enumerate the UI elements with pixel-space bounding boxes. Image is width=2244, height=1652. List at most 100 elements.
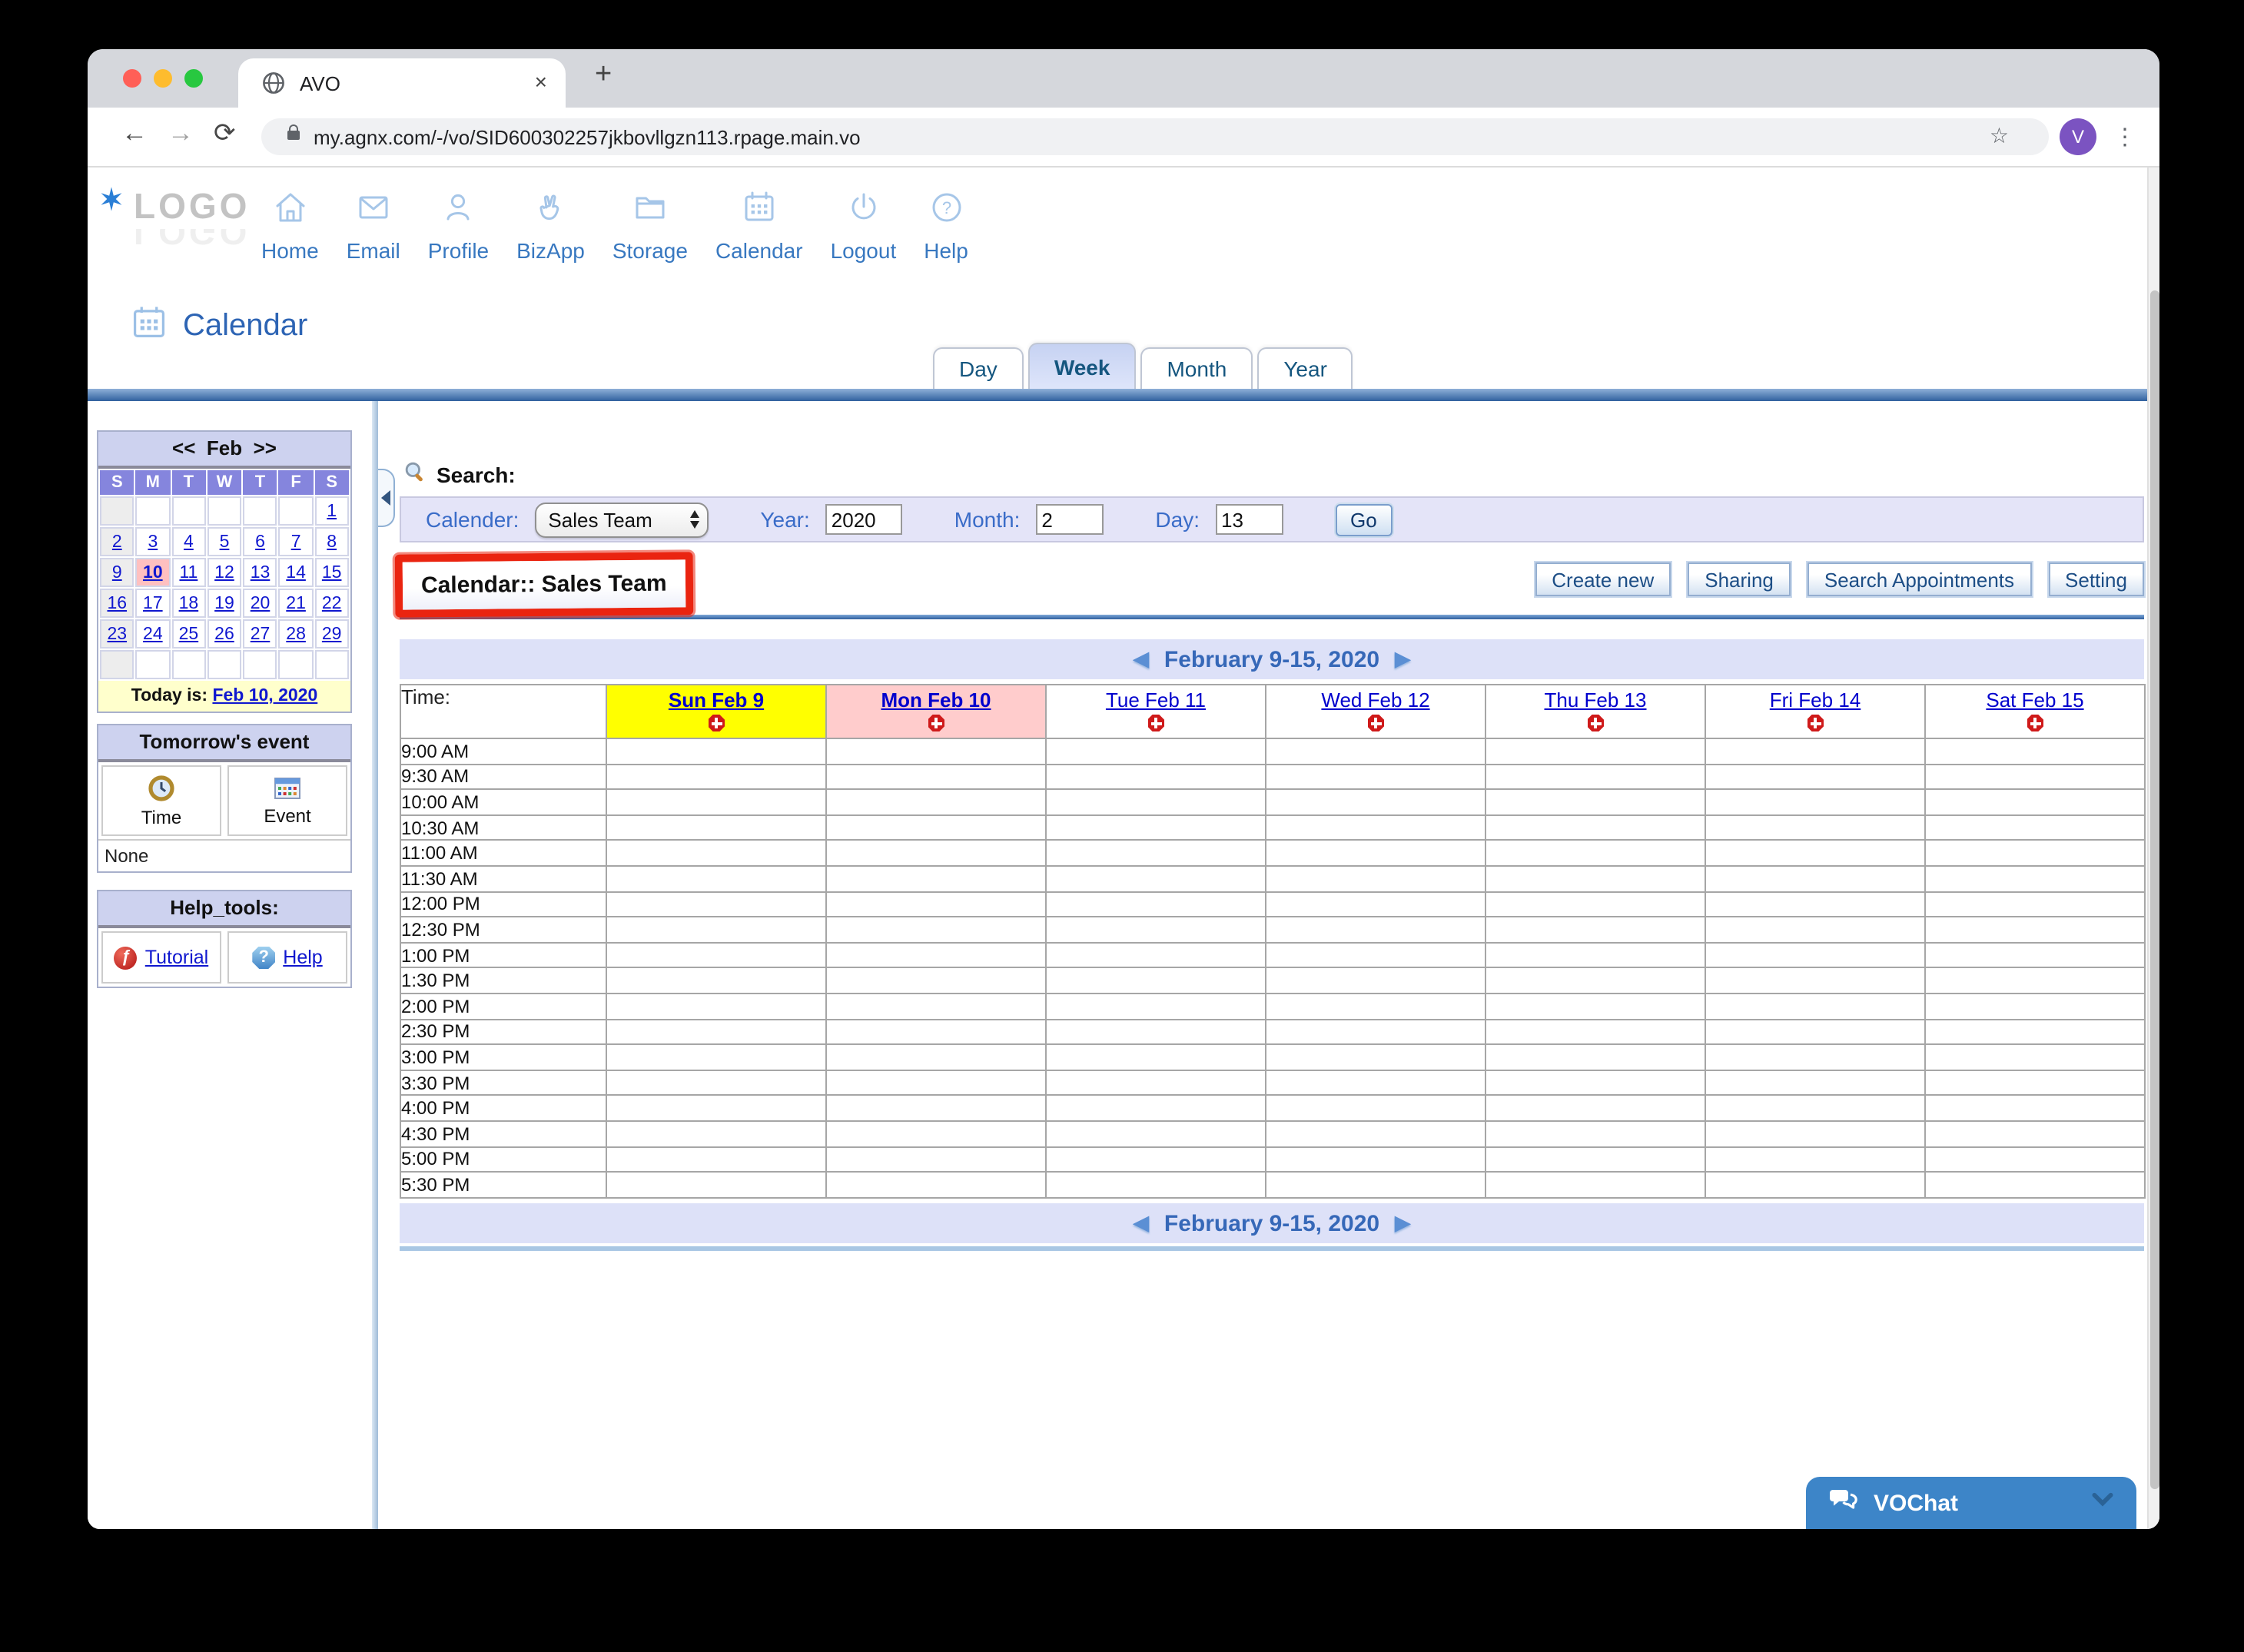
mini-date-link[interactable]: 28: [286, 625, 306, 643]
address-bar[interactable]: my.agnx.com/-/vo/SID600302257jkbovllgzn1…: [261, 118, 2049, 155]
mini-date-link[interactable]: 12: [214, 563, 234, 582]
search-appointments-button[interactable]: Search Appointments: [1807, 562, 2031, 596]
add-appointment-icon[interactable]: [1147, 715, 1164, 731]
window-zoom-button[interactable]: [184, 69, 203, 88]
forward-icon[interactable]: →: [168, 118, 194, 149]
tab-day[interactable]: Day: [933, 347, 1024, 390]
close-tab-icon[interactable]: ×: [535, 69, 547, 94]
day-header-link[interactable]: Sat Feb 15: [1926, 688, 2144, 712]
mini-date-link[interactable]: 9: [112, 563, 122, 582]
mini-date-link[interactable]: 17: [143, 594, 163, 612]
browser-tab[interactable]: AVO ×: [238, 58, 566, 108]
mini-date-link[interactable]: 3: [148, 532, 158, 551]
create-new-button[interactable]: Create new: [1535, 562, 1671, 596]
prev-week-icon[interactable]: ◀: [1134, 1211, 1149, 1236]
mini-date-link[interactable]: 27: [251, 625, 271, 643]
time-slot-cell: [1705, 1172, 1925, 1197]
day-header-link[interactable]: Fri Feb 14: [1706, 688, 1924, 712]
browser-menu-icon[interactable]: ⋮: [2113, 123, 2136, 151]
mini-date-link[interactable]: 23: [107, 625, 127, 643]
calendar-select[interactable]: Sales Team: [534, 502, 708, 537]
sharing-button[interactable]: Sharing: [1688, 562, 1791, 596]
today-date-link[interactable]: Feb 10, 2020: [212, 687, 317, 705]
vochat-widget[interactable]: VOChat: [1806, 1477, 2136, 1529]
prev-month-button[interactable]: <<: [172, 436, 195, 459]
mini-date-link[interactable]: 10: [143, 563, 163, 582]
time-label: 4:00 PM: [400, 1096, 606, 1121]
mini-date-link[interactable]: 26: [214, 625, 234, 643]
mini-date-link[interactable]: 4: [184, 532, 194, 551]
nav-item-storage[interactable]: Storage: [599, 189, 702, 263]
time-slot-cell: [1046, 1019, 1266, 1044]
next-month-button[interactable]: >>: [254, 436, 277, 459]
window-minimize-button[interactable]: [154, 69, 172, 88]
day-header-link[interactable]: Mon Feb 10: [827, 688, 1045, 712]
add-appointment-icon[interactable]: [2027, 715, 2043, 731]
mini-date-link[interactable]: 7: [291, 532, 301, 551]
tab-year[interactable]: Year: [1257, 347, 1353, 390]
day-input[interactable]: [1215, 504, 1283, 535]
add-appointment-icon[interactable]: [1587, 715, 1604, 731]
mini-date-link[interactable]: 8: [327, 532, 337, 551]
mini-date-link[interactable]: 15: [322, 563, 342, 582]
mini-date-link[interactable]: 22: [322, 594, 342, 612]
nav-item-bizapp[interactable]: BizApp: [503, 189, 599, 263]
next-week-icon[interactable]: ▶: [1395, 1211, 1410, 1236]
day-header-link[interactable]: Sun Feb 9: [607, 688, 825, 712]
mini-date-link[interactable]: 18: [179, 594, 199, 612]
new-tab-button[interactable]: +: [595, 58, 612, 92]
time-slot-cell: [1705, 1096, 1925, 1121]
mini-date-link[interactable]: 20: [251, 594, 271, 612]
page-scrollbar[interactable]: [2147, 168, 2159, 1529]
tab-month[interactable]: Month: [1140, 347, 1253, 390]
mini-date-link[interactable]: 25: [179, 625, 199, 643]
chevron-down-icon[interactable]: [2090, 1489, 2115, 1517]
setting-button[interactable]: Setting: [2048, 562, 2144, 596]
tomorrow-time-label: Time: [141, 806, 181, 828]
nav-item-profile[interactable]: Profile: [414, 189, 503, 263]
year-input[interactable]: [825, 504, 902, 535]
mini-date-link[interactable]: 1: [327, 502, 337, 520]
prev-week-icon[interactable]: ◀: [1134, 647, 1149, 672]
mini-date-link[interactable]: 24: [143, 625, 163, 643]
help-link[interactable]: Help: [283, 947, 322, 968]
day-header-link[interactable]: Wed Feb 12: [1266, 688, 1485, 712]
mini-date-link[interactable]: 11: [179, 563, 198, 582]
nav-item-logout[interactable]: Logout: [817, 189, 911, 263]
mini-day-cell: 20: [243, 589, 277, 618]
back-icon[interactable]: ←: [121, 118, 148, 149]
url-text[interactable]: my.agnx.com/-/vo/SID600302257jkbovllgzn1…: [314, 126, 861, 149]
nav-item-home[interactable]: Home: [247, 189, 333, 263]
tab-week[interactable]: Week: [1028, 343, 1137, 390]
mini-date-link[interactable]: 14: [286, 563, 306, 582]
mini-date-link[interactable]: 13: [251, 563, 271, 582]
tutorial-link[interactable]: Tutorial: [145, 947, 208, 968]
add-appointment-icon[interactable]: [1807, 715, 1824, 731]
nav-item-calendar[interactable]: Calendar: [702, 189, 817, 263]
avatar[interactable]: V: [2060, 118, 2096, 155]
nav-item-help[interactable]: ?Help: [910, 189, 982, 263]
add-appointment-icon[interactable]: [1367, 715, 1384, 731]
month-input[interactable]: [1035, 504, 1103, 535]
add-appointment-icon[interactable]: [928, 715, 944, 731]
reload-icon[interactable]: ⟳: [214, 118, 236, 149]
day-header-link[interactable]: Tue Feb 11: [1047, 688, 1265, 712]
go-button[interactable]: Go: [1335, 503, 1393, 536]
mini-date-link[interactable]: 29: [322, 625, 342, 643]
nav-item-email[interactable]: Email: [333, 189, 414, 263]
mini-date-link[interactable]: 5: [220, 532, 230, 551]
mini-date-link[interactable]: 2: [112, 532, 122, 551]
mini-date-link[interactable]: 6: [255, 532, 265, 551]
time-slot-cell: [1046, 1070, 1266, 1095]
scrollbar-thumb[interactable]: [2150, 290, 2159, 1489]
day-header-link[interactable]: Thu Feb 13: [1486, 688, 1705, 712]
mini-date-link[interactable]: 19: [214, 594, 234, 612]
bookmark-star-icon[interactable]: ☆: [1990, 123, 2009, 149]
window-close-button[interactable]: [123, 69, 141, 88]
next-week-icon[interactable]: ▶: [1395, 647, 1410, 672]
vochat-label: VOChat: [1874, 1490, 2090, 1516]
collapse-sidebar-handle[interactable]: [378, 469, 395, 527]
mini-date-link[interactable]: 16: [107, 594, 127, 612]
mini-date-link[interactable]: 21: [286, 594, 306, 612]
add-appointment-icon[interactable]: [708, 715, 725, 731]
